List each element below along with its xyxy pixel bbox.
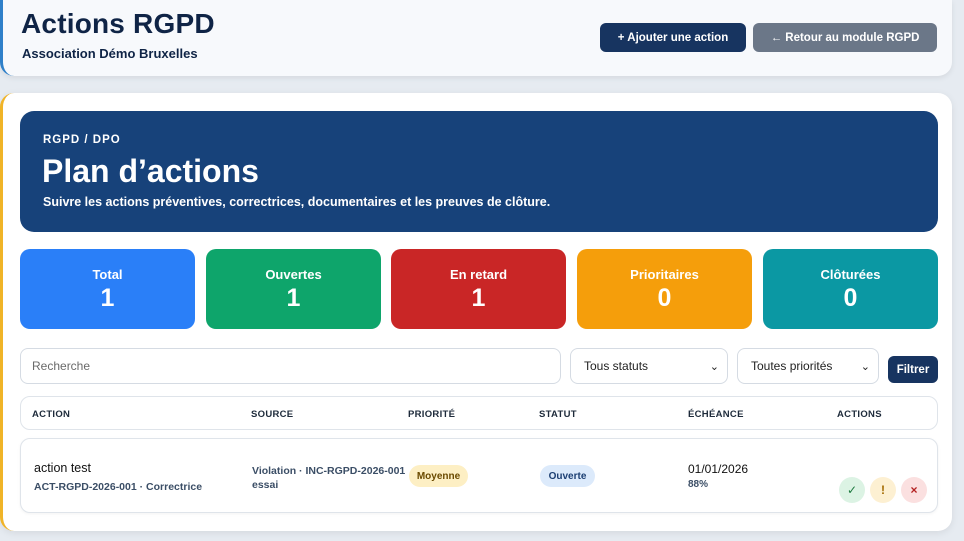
hero-title: Plan d’actions [42,153,259,189]
stat-card-total: Total 1 [20,249,195,329]
add-action-button[interactable]: + Ajouter une action [600,23,746,52]
stat-label: En retard [449,267,508,282]
chevron-down-icon: ⌄ [709,360,719,373]
table-header: ACTION SOURCE PRIORITÉ STATUT ÉCHÉANCE A… [20,396,938,430]
table-row[interactable]: action test ACT-RGPD-2026-001 · Correctr… [20,438,938,513]
hero-banner: RGPD / DPO Plan d’actions Suivre les act… [20,111,938,232]
stat-label: Prioritaires [630,267,699,282]
stat-card-late: En retard 1 [391,249,566,329]
check-icon[interactable]: ✓ [839,477,865,503]
priority-badge: Moyenne [409,465,468,487]
status-badge: Ouverte [540,465,595,487]
stat-value: 1 [471,284,486,312]
stat-card-closed: Clôturées 0 [763,249,938,329]
back-to-module-button[interactable]: ← Retour au module RGPD [753,23,937,52]
priority-select[interactable]: Toutes priorités ⌄ [737,348,879,384]
priority-select-value: Toutes priorités [751,359,833,373]
stat-label: Ouvertes [265,267,322,282]
action-title[interactable]: action test [34,461,91,475]
stat-label: Clôturées [820,267,881,282]
column-header-actions: ACTIONS [837,409,882,420]
hero-kicker: RGPD / DPO [43,134,121,146]
filter-button[interactable]: Filtrer [888,356,938,383]
stat-value: 0 [843,284,858,312]
column-header-due-date: ÉCHÉANCE [688,409,744,420]
chevron-down-icon: ⌄ [860,360,870,373]
hero-description: Suivre les actions préventives, correctr… [43,195,551,209]
search-input[interactable] [20,348,561,384]
stat-label: Total [92,267,123,282]
stat-value: 0 [657,284,672,312]
stat-value: 1 [286,284,301,312]
due-date: 01/01/2026 [688,462,749,476]
status-select[interactable]: Tous statuts ⌄ [570,348,728,384]
column-header-source: SOURCE [251,409,294,420]
status-select-value: Tous statuts [584,359,649,373]
exclamation-icon[interactable]: ! [870,477,896,503]
stat-value: 1 [100,284,115,312]
main-card: RGPD / DPO Plan d’actions Suivre les act… [0,93,952,531]
progress-percent: 88% [688,479,709,490]
page-title: Actions RGPD [21,8,215,39]
column-header-action: ACTION [32,409,71,420]
header-card: Actions RGPD Association Démo Bruxelles … [0,0,952,76]
organization-name: Association Démo Bruxelles [22,46,198,61]
stat-card-open: Ouvertes 1 [206,249,381,329]
stat-card-priority: Prioritaires 0 [577,249,752,329]
action-source: Violation · INC-RGPD-2026-001 essai [252,465,406,491]
close-icon[interactable]: × [901,477,927,503]
action-reference: ACT-RGPD-2026-001 · Correctrice [34,481,203,493]
column-header-status: STATUT [539,409,577,420]
column-header-priority: PRIORITÉ [408,409,456,420]
